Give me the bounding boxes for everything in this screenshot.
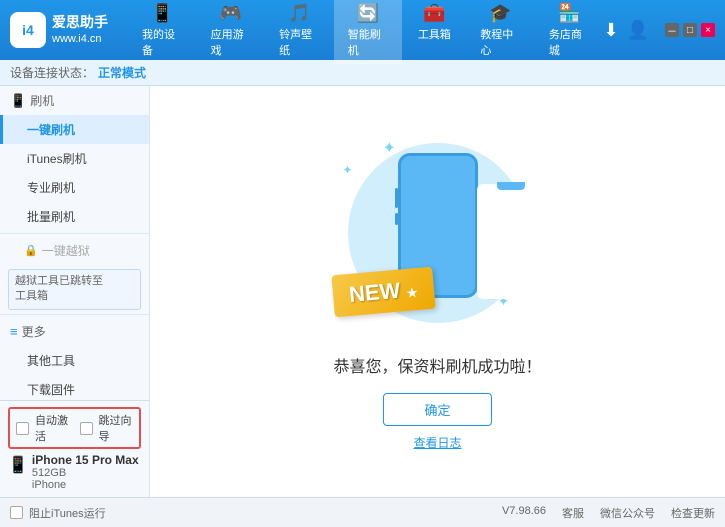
tab-toolbox[interactable]: 🧰 工具箱 [402, 0, 466, 64]
status-bar: 设备连接状态： 正常模式 [0, 60, 725, 86]
close-btn[interactable]: × [701, 23, 715, 37]
apps-games-icon: 🎮 [220, 3, 242, 24]
tab-ringtones[interactable]: 🎵 铃声壁纸 [265, 0, 334, 64]
sparkle-icon-1: ✦ [383, 138, 396, 158]
maximize-btn[interactable]: □ [683, 23, 697, 37]
bottom-bar: 阻止iTunes运行 V7.98.66 客服 微信公众号 检查更新 [0, 497, 725, 527]
tab-ringtones-label: 铃声壁纸 [279, 26, 320, 58]
sparkle-icon-2: ✦ [343, 163, 353, 177]
guide-activation-label: 跳过向导 [99, 412, 134, 444]
confirm-button[interactable]: 确定 [383, 393, 491, 426]
logo-app-name: 爱思助手 [52, 13, 108, 33]
device-name: iPhone 15 Pro Max [32, 453, 139, 467]
new-banner: NEW ★ [331, 266, 436, 317]
log-link[interactable]: 查看日志 [413, 434, 461, 451]
window-controls: － □ × [665, 23, 715, 37]
header-right: ⬇ 👤 － □ × [603, 20, 715, 41]
itunes-block-checkbox[interactable] [10, 506, 23, 519]
sidebar-item-itunes-flash[interactable]: iTunes刷机 [0, 144, 149, 173]
wechat-link[interactable]: 微信公众号 [600, 505, 655, 521]
new-star-icon: ★ [405, 284, 419, 301]
logo-text: 爱思助手 www.i4.cn [52, 13, 108, 48]
sidebar: 📱 刷机 一键刷机 iTunes刷机 专业刷机 批量刷机 🔒 一键越狱 越狱工具… [0, 86, 150, 497]
header: i4 爱思助手 www.i4.cn 📱 我的设备 🎮 应用游戏 🎵 铃声壁纸 🔄… [0, 0, 725, 60]
jailbreak-notice: 越狱工具已跳转至工具箱 [8, 269, 141, 310]
auto-activate-label: 自动激活 [35, 412, 70, 444]
phone-notch [497, 182, 525, 190]
more-group-label: 更多 [22, 323, 46, 340]
device-section: 自动激活 跳过向导 📱 iPhone 15 Pro Max 512GB iPho… [0, 400, 149, 497]
download-btn[interactable]: ⬇ [603, 20, 618, 41]
smart-flash-icon: 🔄 [357, 3, 379, 24]
tab-smart-flash-label: 智能刷机 [348, 26, 389, 58]
phone-btn-2 [395, 213, 398, 225]
user-btn[interactable]: 👤 [627, 20, 649, 41]
sidebar-item-pro-flash[interactable]: 专业刷机 [0, 173, 149, 202]
phone-illustration: ✦ ✦ ✦ NEW ★ [328, 133, 548, 333]
sidebar-group-more[interactable]: ≡ 更多 [0, 317, 149, 346]
content-area: ✦ ✦ ✦ NEW ★ 恭喜您，保资料刷机成功啦！ 确定 查看日志 [150, 86, 725, 497]
phone-screen [477, 184, 545, 299]
version-label: V7.98.66 [502, 505, 546, 521]
sidebar-group-jailbreak: 🔒 一键越狱 [0, 236, 149, 265]
logo: i4 爱思助手 www.i4.cn [10, 12, 108, 48]
lock-icon: 🔒 [24, 244, 38, 257]
sidebar-item-batch-flash[interactable]: 批量刷机 [0, 202, 149, 231]
logo-icon: i4 [10, 12, 46, 48]
check-update-link[interactable]: 检查更新 [671, 505, 715, 521]
sidebar-scroll: 📱 刷机 一键刷机 iTunes刷机 专业刷机 批量刷机 🔒 一键越狱 越狱工具… [0, 86, 149, 400]
tutorial-icon: 🎓 [489, 3, 511, 24]
device-type: iPhone [32, 479, 139, 491]
device-storage: 512GB [32, 467, 139, 479]
sidebar-item-other-tools[interactable]: 其他工具 [0, 346, 149, 375]
guide-activation-checkbox[interactable] [80, 422, 93, 435]
device-info: 📱 iPhone 15 Pro Max 512GB iPhone [8, 453, 141, 491]
logo-url: www.i4.cn [52, 32, 108, 47]
ringtones-icon: 🎵 [288, 3, 310, 24]
logo-icon-text: i4 [22, 22, 34, 38]
service-icon: 🏪 [558, 3, 580, 24]
device-details: iPhone 15 Pro Max 512GB iPhone [32, 453, 139, 491]
sidebar-group-flash[interactable]: 📱 刷机 [0, 86, 149, 115]
tab-tutorial[interactable]: 🎓 教程中心 [466, 0, 535, 64]
bottom-bar-left: 阻止iTunes运行 [10, 505, 106, 521]
tab-tutorial-label: 教程中心 [480, 26, 521, 58]
tab-toolbox-label: 工具箱 [418, 26, 451, 42]
toolbox-icon: 🧰 [423, 3, 445, 24]
tab-apps-games[interactable]: 🎮 应用游戏 [197, 0, 266, 64]
sidebar-item-download-firmware[interactable]: 下载固件 [0, 375, 149, 400]
customer-service-link[interactable]: 客服 [562, 505, 584, 521]
device-phone-icon: 📱 [8, 455, 28, 475]
tab-service[interactable]: 🏪 务店商城 [535, 0, 604, 64]
tab-smart-flash[interactable]: 🔄 智能刷机 [334, 0, 403, 64]
auto-activate-row: 自动激活 跳过向导 [8, 407, 141, 449]
divider-1 [0, 233, 149, 234]
tab-my-device[interactable]: 📱 我的设备 [128, 0, 197, 64]
sidebar-item-one-key-flash[interactable]: 一键刷机 [0, 115, 149, 144]
tab-apps-games-label: 应用游戏 [211, 26, 252, 58]
sidebar-bottom: 自动激活 跳过向导 📱 iPhone 15 Pro Max 512GB iPho… [0, 400, 149, 497]
flash-group-icon: 📱 [10, 93, 26, 109]
success-text: 恭喜您，保资料刷机成功啦！ [333, 353, 541, 377]
nav-tabs: 📱 我的设备 🎮 应用游戏 🎵 铃声壁纸 🔄 智能刷机 🧰 工具箱 🎓 教程中心… [128, 0, 603, 64]
status-value: 正常模式 [98, 64, 146, 81]
flash-group-label: 刷机 [30, 92, 54, 109]
my-device-icon: 📱 [151, 3, 173, 24]
auto-activate-checkbox[interactable] [16, 422, 29, 435]
bottom-bar-right: V7.98.66 客服 微信公众号 检查更新 [502, 505, 715, 521]
tab-service-label: 务店商城 [549, 26, 590, 58]
jailbreak-label: 一键越狱 [42, 242, 90, 259]
itunes-block-label: 阻止iTunes运行 [29, 505, 106, 521]
new-banner-text: NEW [347, 277, 400, 306]
divider-2 [0, 314, 149, 315]
tab-my-device-label: 我的设备 [142, 26, 183, 58]
minimize-btn[interactable]: － [665, 23, 679, 37]
status-label: 设备连接状态： [10, 64, 94, 81]
more-group-icon: ≡ [10, 324, 18, 339]
phone-btn-1 [395, 188, 398, 208]
